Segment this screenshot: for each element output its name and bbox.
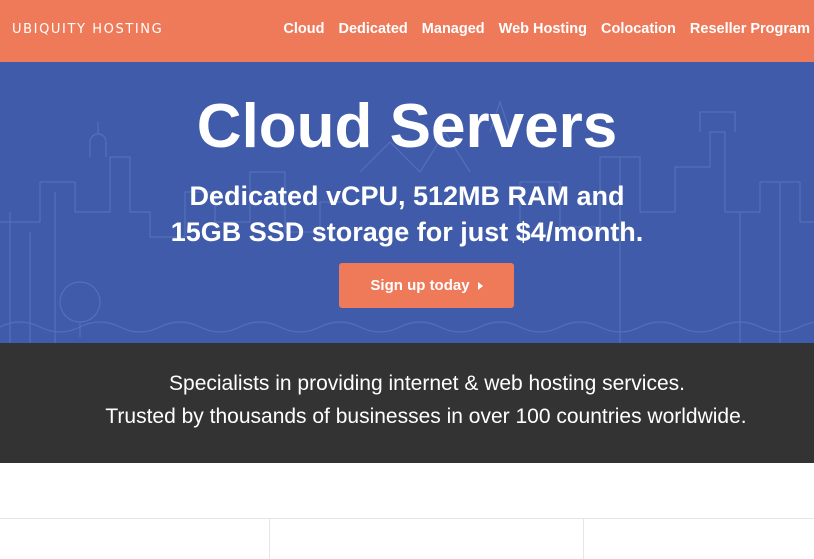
card-divider	[269, 519, 270, 559]
hero-subtitle-line-1: Dedicated vCPU, 512MB RAM and	[189, 181, 625, 211]
card-divider	[583, 519, 584, 559]
caret-right-icon	[477, 281, 483, 290]
hero-subtitle-line-2: 15GB SSD storage for just $4/month.	[170, 217, 644, 247]
top-navigation-bar: UBIQUITY HOSTING Cloud Dedicated Managed…	[0, 0, 814, 62]
hero-title: Cloud Servers	[196, 92, 618, 161]
feature-cards-row	[0, 518, 814, 559]
nav-item-colocation[interactable]: Colocation	[601, 21, 676, 37]
nav-item-dedicated[interactable]: Dedicated	[338, 21, 407, 37]
nav-item-web-hosting[interactable]: Web Hosting	[499, 21, 587, 37]
intro-band: Specialists in providing internet & web …	[0, 343, 814, 463]
site-logo[interactable]: UBIQUITY HOSTING	[12, 22, 163, 37]
intro-line-1: Specialists in providing internet & web …	[169, 372, 685, 395]
hero-banner: Cloud Servers Dedicated vCPU, 512MB RAM …	[0, 62, 814, 343]
nav-item-reseller-program[interactable]: Reseller Program	[690, 21, 810, 37]
hero-subtitle: Dedicated vCPU, 512MB RAM and 15GB SSD s…	[0, 178, 814, 250]
sign-up-button-label: Sign up today	[370, 277, 470, 294]
nav-item-managed[interactable]: Managed	[422, 21, 485, 37]
intro-line-2: Trusted by thousands of businesses in ov…	[105, 405, 747, 428]
sign-up-button[interactable]: Sign up today	[339, 263, 514, 308]
main-nav: Cloud Dedicated Managed Web Hosting Colo…	[283, 21, 810, 37]
nav-item-cloud[interactable]: Cloud	[283, 21, 324, 37]
